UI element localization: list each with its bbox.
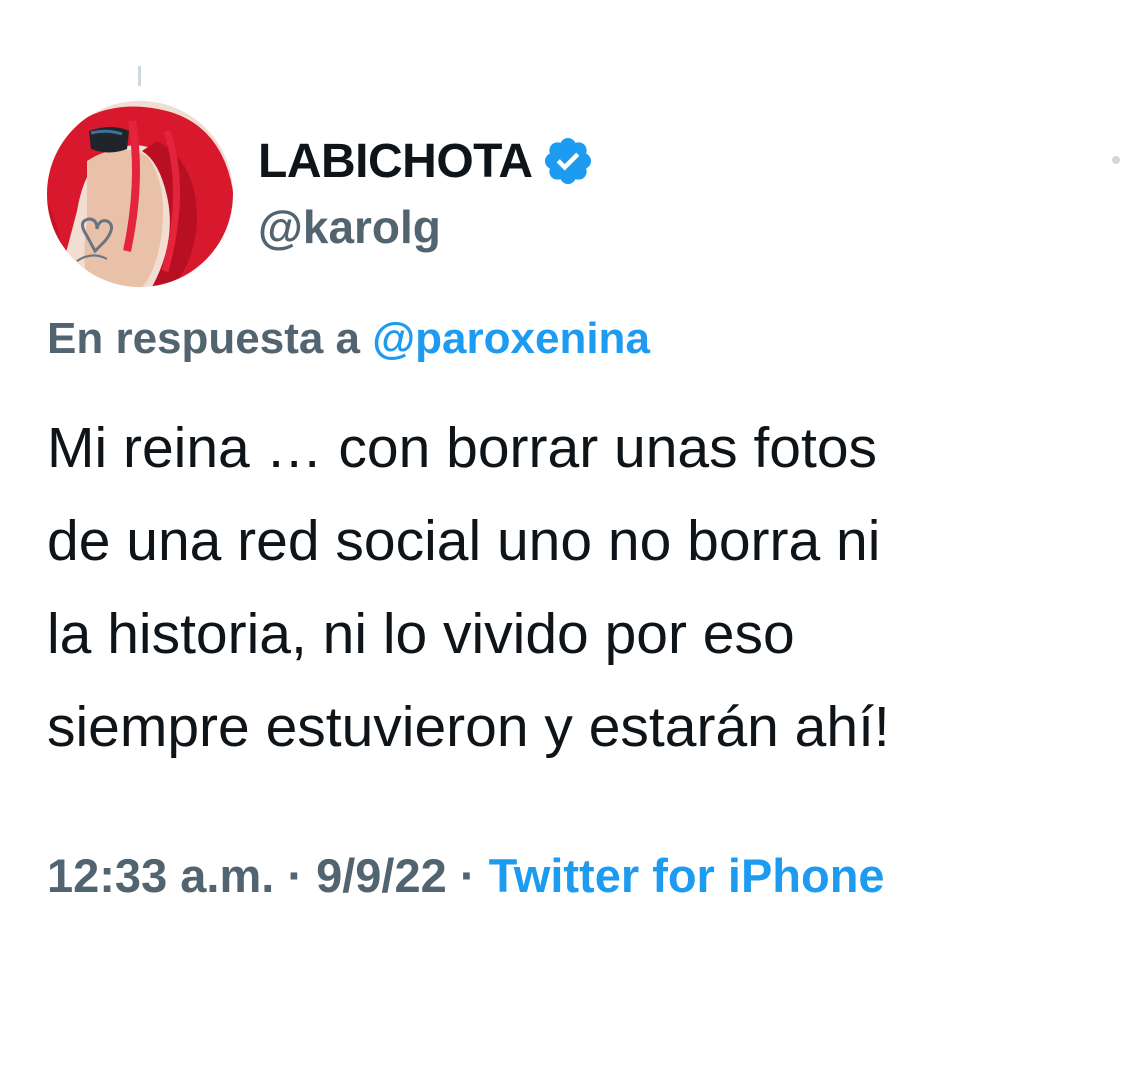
thread-connector-line: [138, 66, 141, 86]
avatar[interactable]: [47, 101, 233, 287]
avatar-image: [47, 101, 233, 287]
author-handle[interactable]: @karolg: [258, 200, 441, 254]
more-options-icon[interactable]: [1112, 156, 1120, 164]
author-display-name[interactable]: LABICHOTA: [258, 134, 533, 189]
meta-separator: ·: [287, 849, 304, 902]
reply-prefix: En respuesta a: [47, 314, 361, 363]
tweet-time[interactable]: 12:33 a.m.: [47, 849, 274, 902]
reply-mention-link[interactable]: @paroxenina: [372, 314, 650, 363]
tweet-date[interactable]: 9/9/22: [316, 849, 447, 902]
tweet-source-link[interactable]: Twitter for iPhone: [489, 849, 885, 902]
reply-context: En respuesta a @paroxenina: [47, 314, 650, 364]
tweet-meta: 12:33 a.m. · 9/9/22 · Twitter for iPhone: [47, 848, 885, 903]
author-name-row[interactable]: LABICHOTA: [258, 130, 595, 192]
verified-badge-icon: [544, 137, 591, 185]
meta-separator: ·: [459, 849, 476, 902]
tweet-text: Mi reina … con borrar unas fotos de una …: [47, 416, 890, 759]
